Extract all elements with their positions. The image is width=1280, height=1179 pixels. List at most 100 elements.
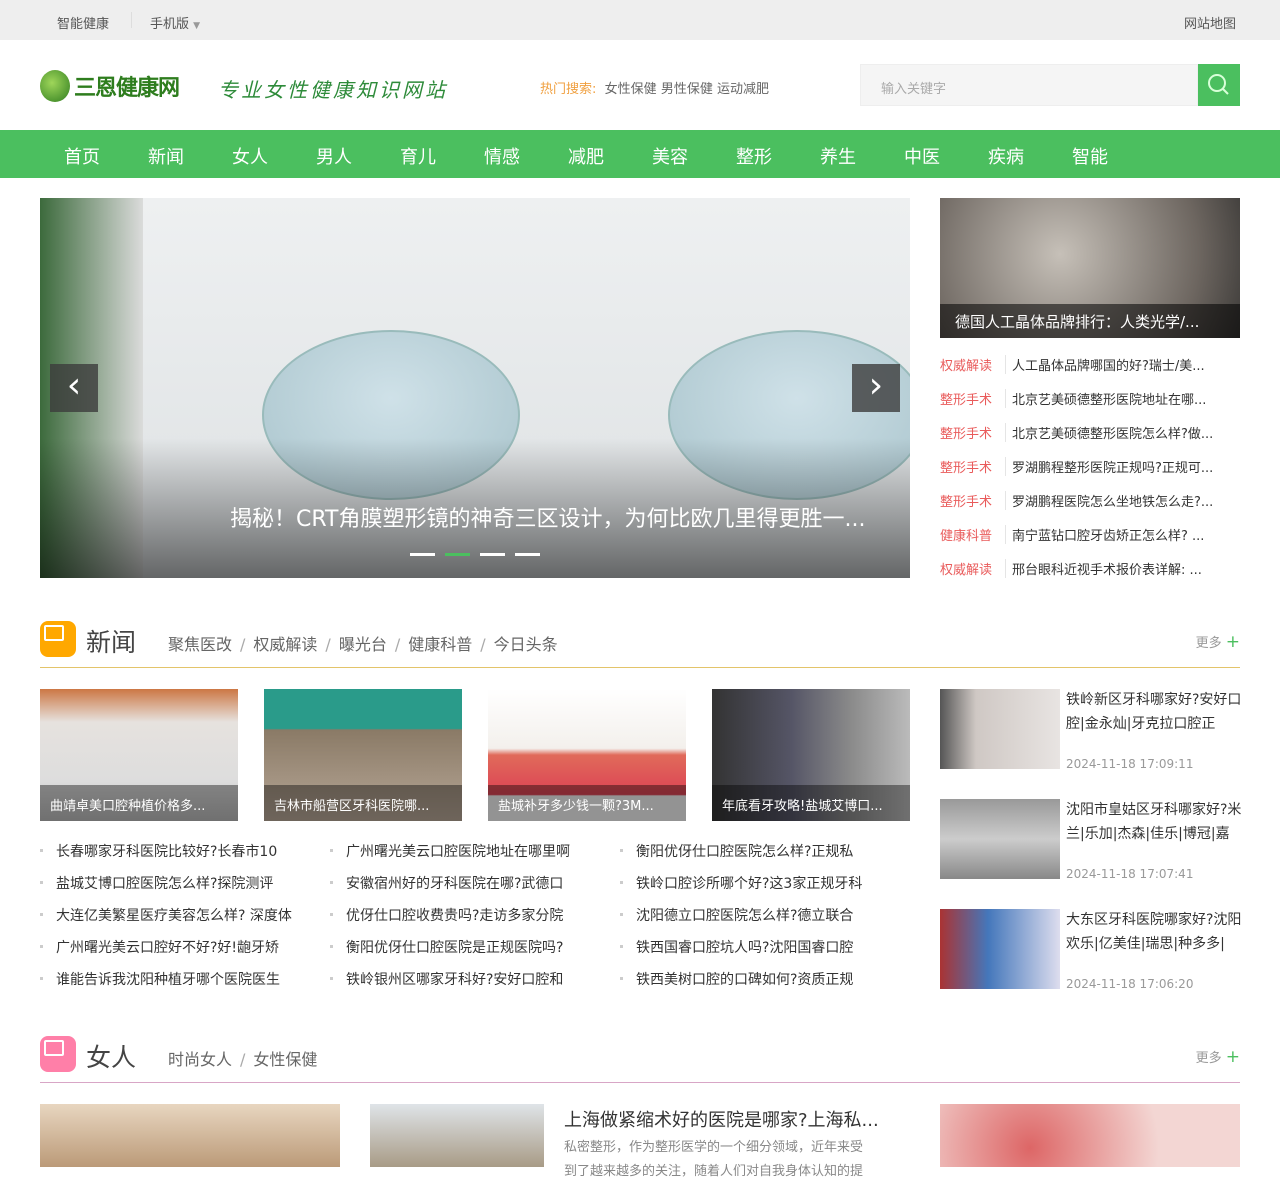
- list-item[interactable]: 铁西美树口腔的口碑如何?资质正规: [620, 969, 862, 1001]
- hero-slider[interactable]: ‹ › 揭秘！CRT角膜塑形镜的神奇三区设计，为何比欧几里得更胜一...: [40, 198, 910, 578]
- list-item[interactable]: 整形手术 北京艺美硕德整形医院地址在哪...: [940, 389, 1240, 423]
- list-item[interactable]: 衡阳优伢仕口腔医院怎么样?正规私: [620, 841, 862, 873]
- sitemap-link[interactable]: 网站地图: [1184, 13, 1236, 32]
- nav-item[interactable]: 智能: [1072, 143, 1108, 169]
- news-card[interactable]: 盐城补牙多少钱一颗?3M...: [488, 689, 686, 821]
- news-card[interactable]: 曲靖卓美口腔种植价格多...: [40, 689, 238, 821]
- article-title[interactable]: 北京艺美硕德整形医院地址在哪...: [1012, 393, 1206, 408]
- prev-slide-button[interactable]: ‹: [50, 364, 98, 412]
- list-item[interactable]: 铁西国睿口腔坑人吗?沈阳国睿口腔: [620, 937, 862, 969]
- list-item[interactable]: 铁岭银州区哪家牙科好?安好口腔和: [330, 969, 570, 1001]
- list-item[interactable]: 整形手术 罗湖鹏程整形医院正规吗?正规可...: [940, 457, 1240, 491]
- slide-dot[interactable]: [480, 553, 505, 556]
- side-article-title[interactable]: 大东区牙科医院哪家好?沈阳欢乐|亿美佳|瑞思|种多多|: [1066, 908, 1242, 956]
- nav-item[interactable]: 减肥: [568, 143, 604, 169]
- women-article-title[interactable]: 上海做紧缩术好的医院是哪家?上海私...: [564, 1106, 879, 1132]
- hot-term[interactable]: 女性保健: [605, 82, 657, 97]
- side-article[interactable]: 大东区牙科医院哪家好?沈阳欢乐|亿美佳|瑞思|种多多| 2024-11-18 17…: [940, 908, 1242, 991]
- site-logo[interactable]: 三恩健康网: [40, 68, 200, 104]
- side-article[interactable]: 铁岭新区牙科哪家好?安好口腔|金永灿|牙克拉口腔正 2024-11-18 17:0…: [940, 688, 1242, 771]
- news-card[interactable]: 年底看牙攻略!盐城艾博口...: [712, 689, 910, 821]
- nav-item[interactable]: 新闻: [148, 143, 184, 169]
- article-title[interactable]: 人工晶体品牌哪国的好?瑞士/美...: [1012, 359, 1205, 374]
- nav-item[interactable]: 首页: [64, 143, 100, 169]
- list-item[interactable]: 大连亿美繁星医疗美容怎么样? 深度体: [40, 905, 292, 937]
- list-item[interactable]: 谁能告诉我沈阳种植牙哪个医院医生: [40, 969, 292, 1001]
- list-item[interactable]: 盐城艾博口腔医院怎么样?探院测评: [40, 873, 292, 905]
- featured-article[interactable]: 德国人工晶体品牌排行：人类光学/...: [940, 198, 1240, 338]
- slide-dot[interactable]: [410, 553, 435, 556]
- more-label: 更多: [1195, 636, 1222, 651]
- section-title: 女人: [86, 1043, 137, 1072]
- slide-dot[interactable]: [515, 553, 540, 556]
- list-item[interactable]: 整形手术 罗湖鹏程医院怎么坐地铁怎么走?...: [940, 491, 1240, 525]
- list-item[interactable]: 广州曙光美云口腔好不好?好!龅牙矫: [40, 937, 292, 969]
- list-item[interactable]: 铁岭口腔诊所哪个好?这3家正规牙科: [620, 873, 862, 905]
- search-input[interactable]: 输入关键字: [860, 64, 1198, 106]
- side-article-title[interactable]: 沈阳市皇姑区牙科哪家好?米兰|乐加|杰森|佳乐|博冠|嘉: [1066, 798, 1242, 846]
- slide-dot-active[interactable]: [445, 553, 470, 556]
- hot-term[interactable]: 运动减肥: [717, 82, 769, 97]
- subnav-link[interactable]: 女性保健: [253, 1050, 317, 1069]
- list-item[interactable]: 权威解读 邢台眼科近视手术报价表详解: ...: [940, 559, 1240, 593]
- slide-caption[interactable]: 揭秘！CRT角膜塑形镜的神奇三区设计，为何比欧几里得更胜一...: [230, 501, 865, 533]
- subnav-link[interactable]: 时尚女人: [168, 1050, 232, 1069]
- subnav-link[interactable]: 健康科普: [408, 635, 472, 654]
- side-article-image[interactable]: [940, 689, 1060, 769]
- side-article-image[interactable]: [940, 909, 1060, 989]
- nav-item[interactable]: 育儿: [400, 143, 436, 169]
- category-tag[interactable]: 整形手术: [940, 457, 1006, 476]
- smart-health-link[interactable]: 智能健康: [57, 13, 109, 32]
- nav-item[interactable]: 女人: [232, 143, 268, 169]
- list-item[interactable]: 权威解读 人工晶体品牌哪国的好?瑞士/美...: [940, 355, 1240, 389]
- category-tag[interactable]: 权威解读: [940, 355, 1006, 374]
- women-article-image[interactable]: [40, 1104, 340, 1167]
- category-tag[interactable]: 整形手术: [940, 423, 1006, 442]
- subnav-link[interactable]: 曝光台: [339, 635, 387, 654]
- more-link[interactable]: 更多 +: [1196, 1047, 1240, 1067]
- category-tag[interactable]: 健康科普: [940, 525, 1006, 544]
- article-title[interactable]: 北京艺美硕德整形医院怎么样?做...: [1012, 427, 1213, 442]
- subnav-link[interactable]: 权威解读: [253, 635, 317, 654]
- list-item[interactable]: 衡阳优伢仕口腔医院是正规医院吗?: [330, 937, 570, 969]
- leaf-logo-icon: [40, 70, 70, 102]
- women-side-image[interactable]: [940, 1104, 1240, 1167]
- nav-item[interactable]: 养生: [820, 143, 856, 169]
- category-tag[interactable]: 整形手术: [940, 389, 1006, 408]
- caret-down-icon: ▼: [193, 21, 201, 31]
- hot-term[interactable]: 男性保健: [661, 82, 713, 97]
- article-title[interactable]: 罗湖鹏程整形医院正规吗?正规可...: [1012, 461, 1213, 476]
- side-article[interactable]: 沈阳市皇姑区牙科哪家好?米兰|乐加|杰森|佳乐|博冠|嘉 2024-11-18 1…: [940, 798, 1242, 881]
- news-card[interactable]: 吉林市船营区牙科医院哪...: [264, 689, 462, 821]
- nav-item[interactable]: 男人: [316, 143, 352, 169]
- list-item[interactable]: 整形手术 北京艺美硕德整形医院怎么样?做...: [940, 423, 1240, 457]
- article-title[interactable]: 罗湖鹏程医院怎么坐地铁怎么走?...: [1012, 495, 1213, 510]
- nav-item[interactable]: 整形: [736, 143, 772, 169]
- side-article-image[interactable]: [940, 799, 1060, 879]
- list-item[interactable]: 长春哪家牙科医院比较好?长春市10: [40, 841, 292, 873]
- list-item[interactable]: 沈阳德立口腔医院怎么样?德立联合: [620, 905, 862, 937]
- nav-item[interactable]: 疾病: [988, 143, 1024, 169]
- next-slide-button[interactable]: ›: [852, 364, 900, 412]
- list-item[interactable]: 健康科普 南宁蓝钻口腔牙齿矫正怎么样? ...: [940, 525, 1240, 559]
- list-item[interactable]: 优伢仕口腔收费贵吗?走访多家分院: [330, 905, 570, 937]
- mobile-version-link[interactable]: 手机版 ▼: [150, 13, 200, 32]
- subnav-link[interactable]: 今日头条: [494, 635, 558, 654]
- nav-item[interactable]: 美容: [652, 143, 688, 169]
- nav-item[interactable]: 情感: [484, 143, 520, 169]
- article-title[interactable]: 南宁蓝钻口腔牙齿矫正怎么样? ...: [1012, 529, 1204, 544]
- news-section-header: 新闻 聚焦医改 / 权威解读 / 曝光台 / 健康科普 / 今日头条 更多 +: [40, 617, 1240, 668]
- subnav-link[interactable]: 聚焦医改: [168, 635, 232, 654]
- women-article-excerpt: 私密整形，作为整形医学的一个细分领域，近年来受: [564, 1140, 864, 1155]
- category-tag[interactable]: 整形手术: [940, 491, 1006, 510]
- list-item[interactable]: 安徽宿州好的牙科医院在哪?武德口: [330, 873, 570, 905]
- category-tag[interactable]: 权威解读: [940, 559, 1006, 578]
- list-item[interactable]: 广州曙光美云口腔医院地址在哪里啊: [330, 841, 570, 873]
- slide-dots: [410, 553, 540, 556]
- more-link[interactable]: 更多 +: [1196, 632, 1240, 652]
- side-article-title[interactable]: 铁岭新区牙科哪家好?安好口腔|金永灿|牙克拉口腔正: [1066, 688, 1242, 736]
- nav-item[interactable]: 中医: [904, 143, 940, 169]
- article-title[interactable]: 邢台眼科近视手术报价表详解: ...: [1012, 563, 1202, 578]
- women-article-image[interactable]: [370, 1104, 544, 1167]
- search-button[interactable]: [1198, 64, 1240, 106]
